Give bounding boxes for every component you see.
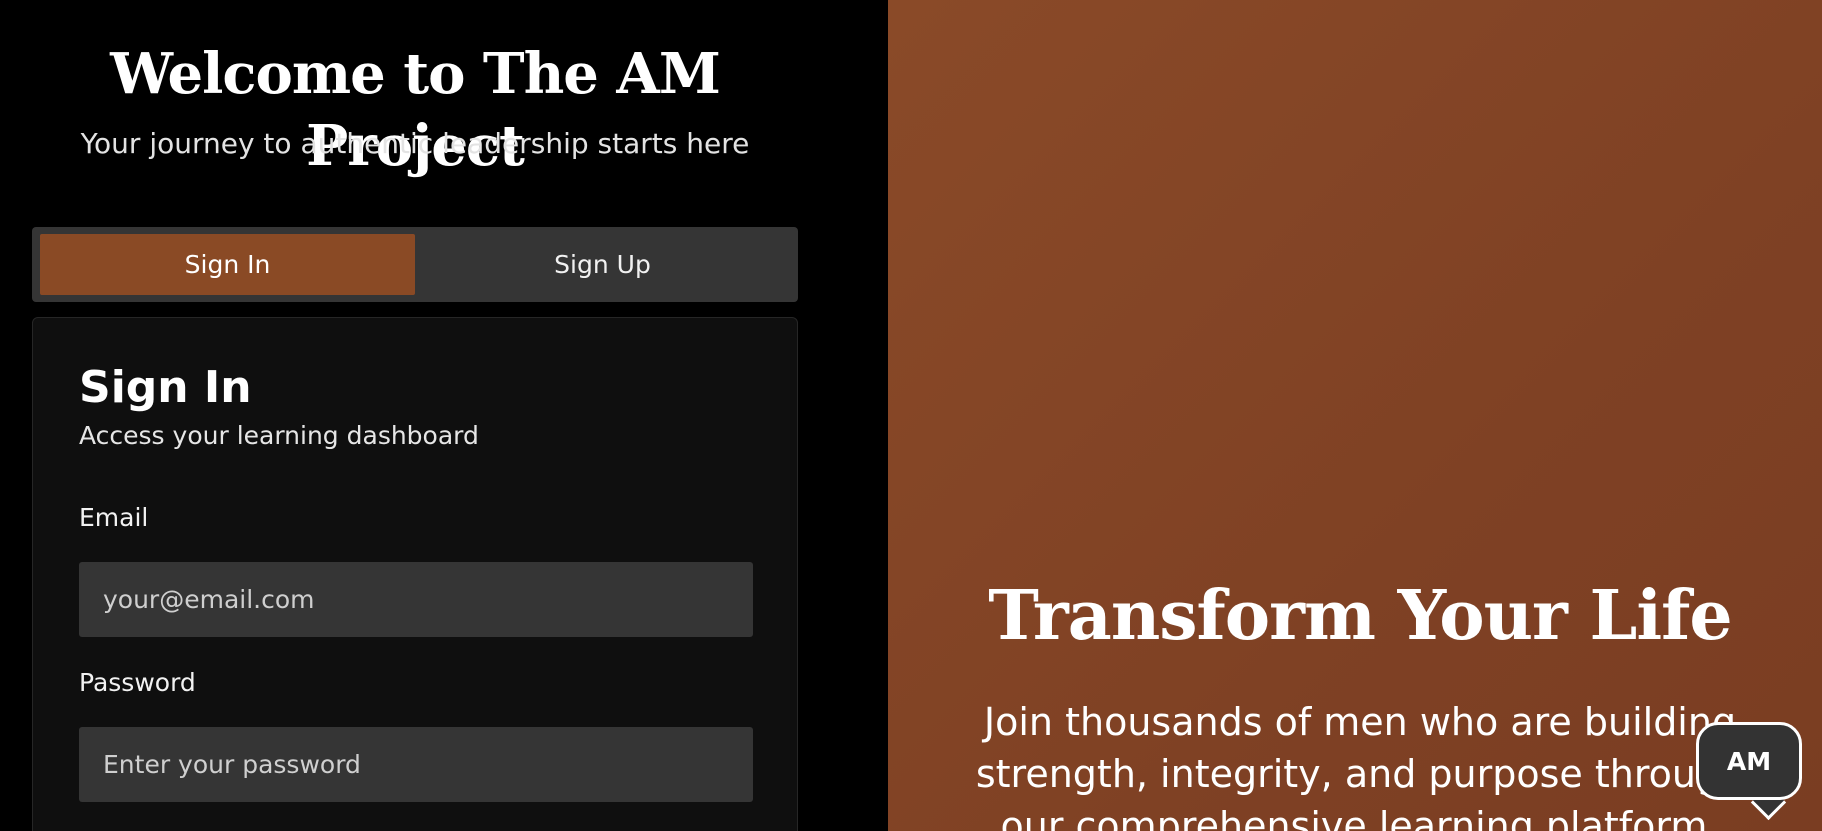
welcome-subtitle: Your journey to authentic leadership sta… xyxy=(80,127,750,160)
card-subtitle: Access your learning dashboard xyxy=(79,421,479,450)
tab-sign-in[interactable]: Sign In xyxy=(40,234,415,295)
tab-sign-up[interactable]: Sign Up xyxy=(415,234,790,295)
hero-panel: Transform Your Life Join thousands of me… xyxy=(888,0,1822,831)
auth-tabs: Sign In Sign Up xyxy=(32,227,798,302)
password-label: Password xyxy=(79,668,196,697)
hero-title: Transform Your Life xyxy=(988,576,1732,656)
email-field[interactable] xyxy=(79,562,753,637)
email-label: Email xyxy=(79,503,149,532)
left-panel: Welcome to The AM Project Your journey t… xyxy=(0,0,888,831)
chat-bubble-icon[interactable]: AM xyxy=(1696,722,1802,800)
hero-text: Join thousands of men who are building s… xyxy=(975,700,1745,831)
auth-page: Welcome to The AM Project Your journey t… xyxy=(0,0,1822,831)
sign-in-card: Sign In Access your learning dashboard E… xyxy=(32,317,798,831)
password-field[interactable] xyxy=(79,727,753,802)
chat-widget-label: AM xyxy=(1726,746,1772,776)
card-title: Sign In xyxy=(79,362,252,413)
